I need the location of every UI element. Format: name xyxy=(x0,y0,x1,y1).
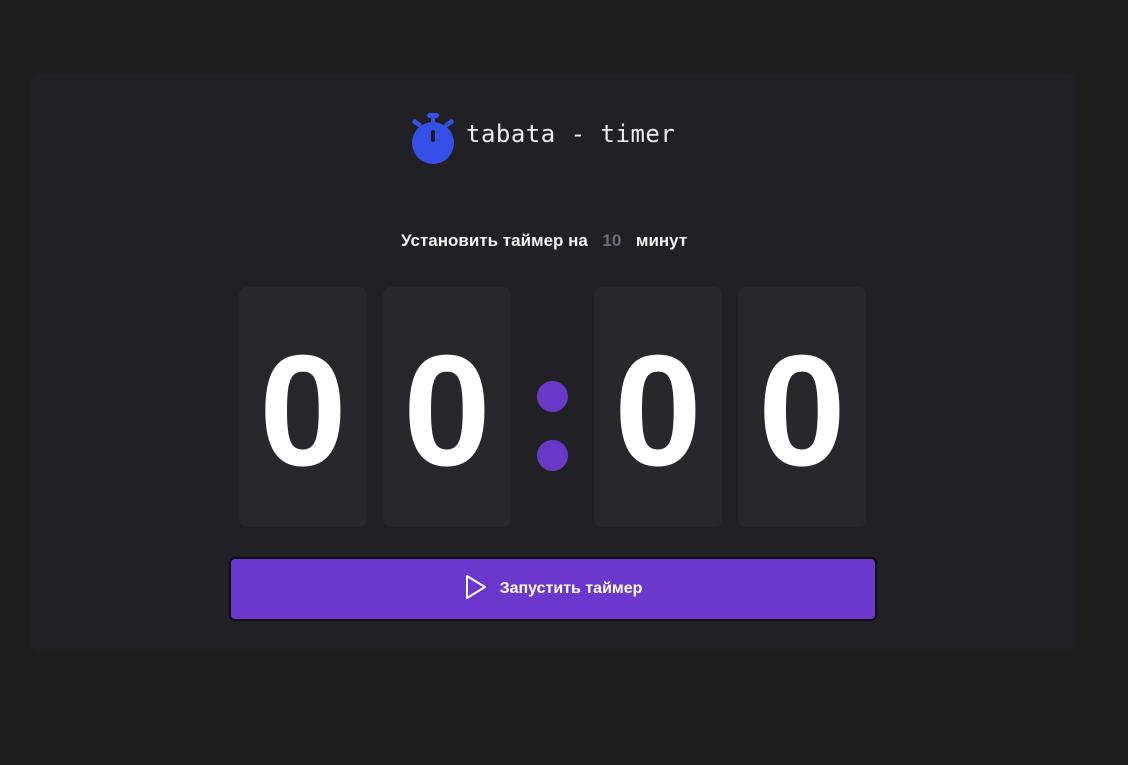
start-timer-button[interactable]: Запустить таймер xyxy=(229,557,877,621)
stopwatch-icon xyxy=(410,112,458,166)
minutes-ones-digit: 0 xyxy=(383,287,511,527)
seconds-tens-value: 0 xyxy=(614,323,702,499)
start-timer-label: Запустить таймер xyxy=(499,580,643,597)
seconds-ones-digit: 0 xyxy=(738,287,866,527)
colon-bottom-dot xyxy=(537,440,568,471)
minutes-ones-value: 0 xyxy=(403,323,491,499)
minutes-tens-value: 0 xyxy=(259,323,347,499)
setter-prefix: Установить таймер на xyxy=(401,231,588,250)
minutes-tens-digit: 0 xyxy=(239,287,367,527)
minutes-input[interactable] xyxy=(587,231,636,251)
setter-suffix: минут xyxy=(635,231,688,250)
timer-setter: Установить таймер на минут xyxy=(401,229,687,253)
play-icon xyxy=(464,574,488,605)
seconds-tens-digit: 0 xyxy=(594,287,722,527)
app-title: tabata - timer xyxy=(466,120,676,148)
seconds-ones-value: 0 xyxy=(758,323,846,499)
colon-top-dot xyxy=(537,381,568,412)
app-logo: tabata - timer xyxy=(410,112,675,166)
